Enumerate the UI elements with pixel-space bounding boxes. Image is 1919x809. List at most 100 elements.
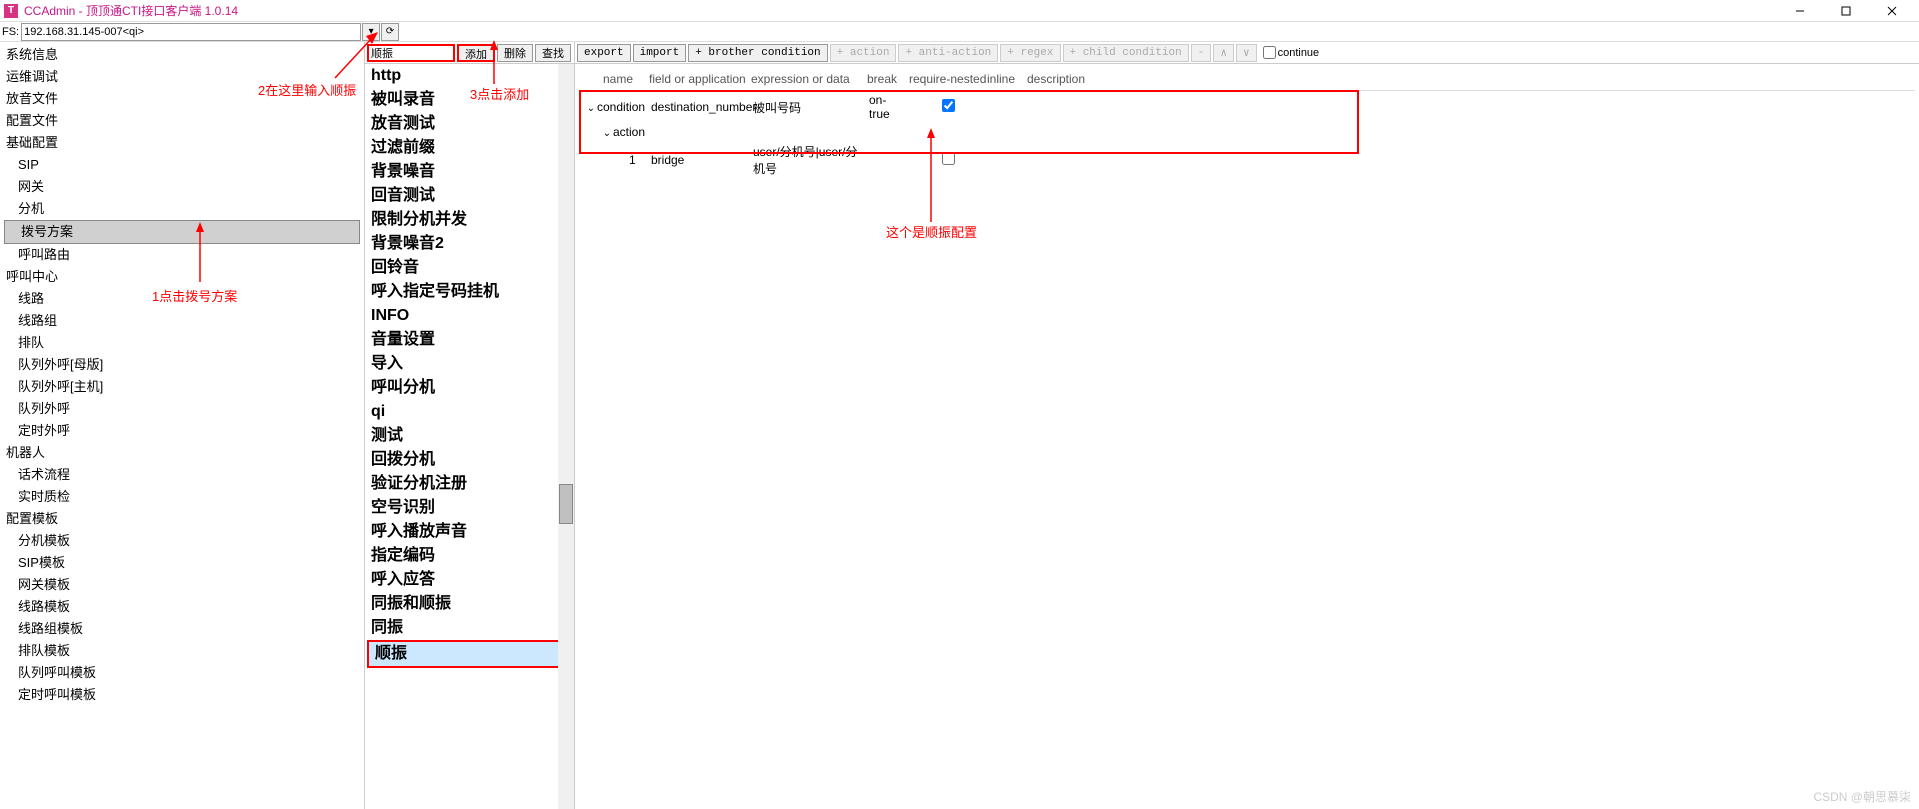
tree-item-17[interactable]: 定时外呼 <box>0 420 364 442</box>
minimize-button[interactable] <box>1777 0 1823 22</box>
child-condition-button[interactable]: + child condition <box>1063 44 1189 62</box>
tree-item-20[interactable]: 实时质检 <box>0 486 364 508</box>
tree-item-13[interactable]: 排队 <box>0 332 364 354</box>
dialplan-item-6[interactable]: 限制分机并发 <box>365 208 574 232</box>
col-break: break <box>867 72 909 86</box>
tree-item-14[interactable]: 队列外呼[母版] <box>0 354 364 376</box>
dialplan-item-16[interactable]: 回拨分机 <box>365 448 574 472</box>
dialplan-item-14[interactable]: qi <box>365 400 574 424</box>
dialplan-item-9[interactable]: 呼入指定号码挂机 <box>365 280 574 304</box>
dialplan-item-12[interactable]: 导入 <box>365 352 574 376</box>
action-button[interactable]: + action <box>830 44 897 62</box>
tree-item-22[interactable]: 分机模板 <box>0 530 364 552</box>
close-button[interactable] <box>1869 0 1915 22</box>
regex-button[interactable]: + regex <box>1000 44 1060 62</box>
tree-item-18[interactable]: 机器人 <box>0 442 364 464</box>
tree-item-15[interactable]: 队列外呼[主机] <box>0 376 364 398</box>
watermark: CSDN @朝思慕柒 <box>1813 788 1911 805</box>
tree-item-29[interactable]: 定时呼叫模板 <box>0 684 364 706</box>
tree-item-1[interactable]: 运维调试 <box>0 66 364 88</box>
tree-item-23[interactable]: SIP模板 <box>0 552 364 574</box>
tree-item-19[interactable]: 话术流程 <box>0 464 364 486</box>
tree-item-26[interactable]: 线路组模板 <box>0 618 364 640</box>
import-button[interactable]: import <box>633 44 687 62</box>
add-button[interactable]: 添加 <box>457 44 495 62</box>
tree-item-11[interactable]: 线路 <box>0 288 364 310</box>
tree-item-21[interactable]: 配置模板 <box>0 508 364 530</box>
chevron-down-icon[interactable]: ⌄ <box>585 103 597 114</box>
dialplan-item-4[interactable]: 背景噪音 <box>365 160 574 184</box>
dialplan-item-22[interactable]: 同振和顺振 <box>365 592 574 616</box>
grid-row-0[interactable]: ⌄conditiondestination_number被叫号码on-true <box>579 91 1915 123</box>
tree-item-27[interactable]: 排队模板 <box>0 640 364 662</box>
grid-row-1[interactable]: ⌄action <box>579 123 1915 141</box>
dialplan-item-20[interactable]: 指定编码 <box>365 544 574 568</box>
dialplan-item-8[interactable]: 回铃音 <box>365 256 574 280</box>
dialplan-item-19[interactable]: 呼入播放声音 <box>365 520 574 544</box>
col-inline: inline <box>987 72 1027 86</box>
remove-button[interactable]: - <box>1191 44 1212 62</box>
tree-item-8[interactable]: 拨号方案 <box>4 220 360 244</box>
tree-item-12[interactable]: 线路组 <box>0 310 364 332</box>
dialplan-item-10[interactable]: INFO <box>365 304 574 328</box>
dialplan-item-7[interactable]: 背景噪音2 <box>365 232 574 256</box>
continue-checkbox[interactable] <box>1263 46 1276 59</box>
dialplan-item-24[interactable]: 顺振 <box>367 640 572 668</box>
brother-condition-button[interactable]: + brother condition <box>688 44 827 62</box>
export-button[interactable]: export <box>577 44 631 62</box>
fs-select[interactable] <box>21 23 361 41</box>
row-checkbox[interactable] <box>942 152 955 165</box>
tree-item-16[interactable]: 队列外呼 <box>0 398 364 420</box>
tree-item-0[interactable]: 系统信息 <box>0 44 364 66</box>
tree-item-7[interactable]: 分机 <box>0 198 364 220</box>
grid-row-2[interactable]: 1bridgeuser/分机号|user/分机号 <box>579 141 1915 179</box>
tree-item-10[interactable]: 呼叫中心 <box>0 266 364 288</box>
col-desc: description <box>1027 72 1107 86</box>
fs-label: FS: <box>2 26 19 38</box>
dialplan-item-23[interactable]: 同振 <box>365 616 574 640</box>
dialplan-item-15[interactable]: 测试 <box>365 424 574 448</box>
dialplan-list: http被叫录音放音测试过滤前缀背景噪音回音测试限制分机并发背景噪音2回铃音呼入… <box>365 64 574 809</box>
dialplan-list-panel: 添加 删除 查找 http被叫录音放音测试过滤前缀背景噪音回音测试限制分机并发背… <box>365 42 575 809</box>
dialplan-item-2[interactable]: 放音测试 <box>365 112 574 136</box>
move-up-button[interactable]: ∧ <box>1213 44 1234 62</box>
maximize-button[interactable] <box>1823 0 1869 22</box>
tree-item-5[interactable]: SIP <box>0 154 364 176</box>
dialplan-item-13[interactable]: 呼叫分机 <box>365 376 574 400</box>
anti-action-button[interactable]: + anti-action <box>898 44 998 62</box>
dialplan-item-11[interactable]: 音量设置 <box>365 328 574 352</box>
dialplan-item-18[interactable]: 空号识别 <box>365 496 574 520</box>
dialplan-item-3[interactable]: 过滤前缀 <box>365 136 574 160</box>
tree-item-24[interactable]: 网关模板 <box>0 574 364 596</box>
app-icon: T <box>4 4 18 18</box>
tree-item-9[interactable]: 呼叫路由 <box>0 244 364 266</box>
fs-bar: FS: ▾ ⟳ <box>0 22 1919 42</box>
col-name: name <box>579 72 649 86</box>
tree-item-25[interactable]: 线路模板 <box>0 596 364 618</box>
row-checkbox[interactable] <box>942 99 955 112</box>
col-field: field or application <box>649 72 751 86</box>
move-down-button[interactable]: ∨ <box>1236 44 1257 62</box>
tree-item-6[interactable]: 网关 <box>0 176 364 198</box>
delete-button[interactable]: 删除 <box>497 44 533 62</box>
scrollbar-thumb[interactable] <box>559 484 573 524</box>
dialplan-item-5[interactable]: 回音测试 <box>365 184 574 208</box>
chevron-down-icon[interactable]: ⌄ <box>601 128 613 139</box>
navigation-tree: 系统信息运维调试放音文件配置文件基础配置SIP网关分机拨号方案呼叫路由呼叫中心线… <box>0 42 365 809</box>
find-button[interactable]: 查找 <box>535 44 571 62</box>
name-input[interactable] <box>367 44 455 62</box>
tree-item-28[interactable]: 队列呼叫模板 <box>0 662 364 684</box>
condition-grid: name field or application expression or … <box>575 64 1919 809</box>
col-req: require-nested <box>909 72 987 86</box>
fs-refresh-icon[interactable]: ⟳ <box>381 23 399 41</box>
right-toolbar: export import + brother condition + acti… <box>575 42 1919 64</box>
fs-dropdown-icon[interactable]: ▾ <box>362 23 380 41</box>
dialplan-item-21[interactable]: 呼入应答 <box>365 568 574 592</box>
dialplan-item-0[interactable]: http <box>365 64 574 88</box>
tree-item-4[interactable]: 基础配置 <box>0 132 364 154</box>
tree-item-2[interactable]: 放音文件 <box>0 88 364 110</box>
tree-item-3[interactable]: 配置文件 <box>0 110 364 132</box>
dialplan-item-17[interactable]: 验证分机注册 <box>365 472 574 496</box>
scrollbar-track[interactable] <box>558 64 574 809</box>
dialplan-item-1[interactable]: 被叫录音 <box>365 88 574 112</box>
